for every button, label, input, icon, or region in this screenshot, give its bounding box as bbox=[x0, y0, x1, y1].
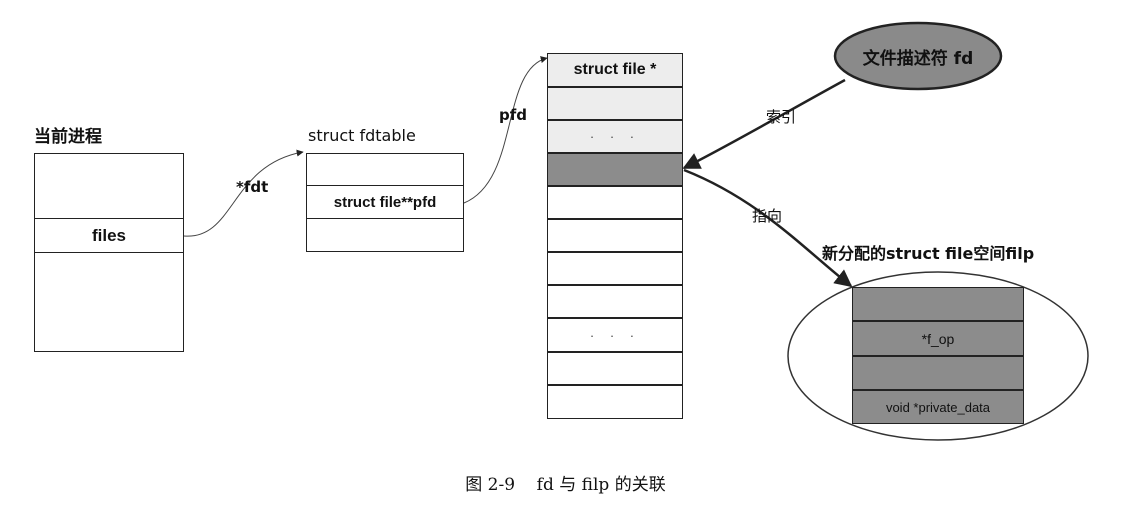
array-slot-highlighted bbox=[547, 153, 683, 186]
f-op-field: *f_op bbox=[852, 321, 1024, 356]
pfd-field: struct file**pfd bbox=[306, 185, 464, 219]
index-label: 索引 bbox=[766, 108, 797, 126]
files-field: files bbox=[34, 218, 184, 253]
fdtable-title: struct fdtable bbox=[308, 126, 416, 145]
pfd-arrow bbox=[463, 56, 548, 204]
index-arrow bbox=[682, 78, 846, 170]
process-title: 当前进程 bbox=[34, 127, 102, 147]
array-slot bbox=[547, 219, 683, 252]
figure-caption: 图 2-9 fd 与 filp 的关联 bbox=[465, 475, 666, 495]
array-dots-mid: · · · bbox=[547, 318, 683, 352]
fd-label: 文件描述符 fd bbox=[862, 49, 974, 69]
filp-field bbox=[852, 287, 1024, 321]
filp-title: 新分配的struct file空间filp bbox=[822, 244, 1035, 263]
array-slot bbox=[547, 87, 683, 120]
pfd-label: pfd bbox=[499, 106, 528, 124]
point-label: 指向 bbox=[752, 207, 783, 225]
array-slot bbox=[547, 252, 683, 285]
point-arrow bbox=[683, 168, 853, 288]
filp-field bbox=[852, 356, 1024, 390]
fdt-label: *fdt bbox=[236, 178, 269, 196]
array-slot bbox=[547, 385, 683, 419]
private-data-field: void *private_data bbox=[852, 390, 1024, 424]
array-slot bbox=[547, 186, 683, 219]
array-header: struct file * bbox=[547, 53, 683, 87]
array-slot bbox=[547, 352, 683, 385]
array-slot bbox=[547, 285, 683, 318]
array-dots-top: · · · bbox=[547, 120, 683, 153]
